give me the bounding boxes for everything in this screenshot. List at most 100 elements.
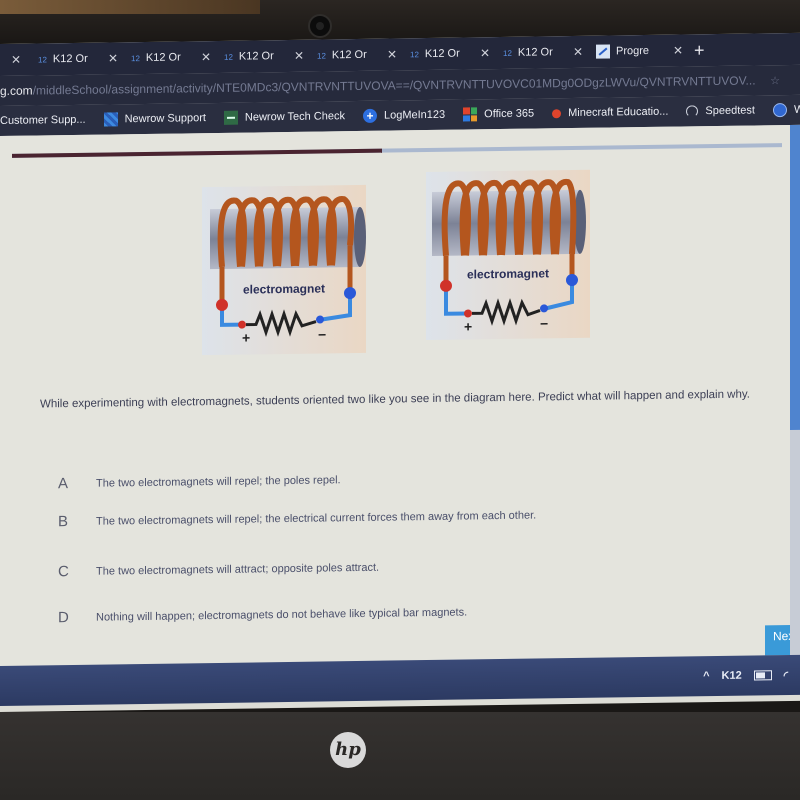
k12-favicon-icon: 12 xyxy=(38,54,47,64)
tab-label: K12 Or xyxy=(517,46,553,59)
progress-chart-icon xyxy=(596,44,610,59)
close-icon[interactable]: ✕ xyxy=(568,45,588,59)
answer-choice-d[interactable]: D Nothing will happen; electromagnets do… xyxy=(58,603,467,626)
k12-favicon-icon: 12 xyxy=(131,53,140,63)
bookmark-label: Speedtest xyxy=(705,104,755,118)
answer-choice-c[interactable]: C The two electromagnets will attract; o… xyxy=(58,559,379,580)
bookmark-label: Office 365 xyxy=(484,107,535,121)
resistor xyxy=(246,309,317,338)
minecraft-icon xyxy=(552,108,562,118)
choice-letter: B xyxy=(58,513,69,531)
tab-k12[interactable]: 12 K12 Or ✕ xyxy=(123,43,216,72)
chevron-up-icon[interactable]: ^ xyxy=(703,670,709,682)
assessment-progress-bar xyxy=(12,143,782,158)
close-icon[interactable]: ✕ xyxy=(103,51,123,65)
bookmark-what-is-my-browser[interactable]: What Is My Brow xyxy=(772,102,800,118)
choice-text: The two electromagnets will attract; opp… xyxy=(96,561,380,578)
laptop-bezel-bottom: hp xyxy=(0,712,800,800)
wifi-icon[interactable]: ◜ xyxy=(784,668,788,681)
k12-favicon-icon: 12 xyxy=(410,49,419,59)
bookmark-newrow-tech-check[interactable]: Newrow Tech Check xyxy=(223,109,345,125)
scrollbar[interactable] xyxy=(790,124,800,685)
electromagnet-figure-2: + − electromagnet xyxy=(426,169,590,341)
choice-letter: C xyxy=(58,563,69,581)
figure-label: electromagnet xyxy=(242,281,326,297)
terminal-positive xyxy=(216,298,228,311)
close-icon[interactable]: ✕ xyxy=(6,53,26,67)
close-icon[interactable]: ✕ xyxy=(196,50,216,64)
bookmark-label: Newrow Tech Check xyxy=(244,110,345,124)
hp-logo-icon: hp xyxy=(330,732,366,768)
tab-k12[interactable]: 12 K12 Or ✕ xyxy=(30,44,123,73)
new-tab-button[interactable]: + xyxy=(694,40,705,61)
bookmark-label: Newrow Support xyxy=(124,112,206,126)
tab-label: K12 Or xyxy=(145,51,181,64)
tab-label: Progre xyxy=(616,44,650,58)
office-icon xyxy=(463,107,478,122)
answer-choice-b[interactable]: B The two electromagnets will repel; the… xyxy=(58,507,537,531)
choice-letter: D xyxy=(58,609,69,627)
tab-label: K12 Or xyxy=(238,50,274,63)
figure-label: electromagnet xyxy=(466,266,550,282)
tab-k12[interactable]: 12 K12 Or ✕ xyxy=(216,42,309,71)
electromagnet-figure-1: + − electromagnet xyxy=(202,184,366,356)
k12-favicon-icon: 12 xyxy=(224,52,233,62)
minus-sign: − xyxy=(540,315,548,331)
bookmark-customer-support[interactable]: Customer Supp... xyxy=(0,114,86,127)
close-icon[interactable]: ✕ xyxy=(289,49,309,63)
bookmark-star-icon[interactable]: ☆ xyxy=(770,74,780,87)
tab-label: K12 Or xyxy=(52,52,88,66)
choice-text: The two electromagnets will repel; the e… xyxy=(96,509,537,528)
url-path: /middleSchool/assignment/activity/NTE0MD… xyxy=(32,73,756,98)
tab-k12[interactable]: 12 K12 Or ✕ xyxy=(402,39,495,68)
plus-sign: + xyxy=(464,318,472,334)
progress-fill xyxy=(12,148,382,158)
tab-partial[interactable]: ✕ xyxy=(0,46,30,74)
close-icon[interactable]: ✕ xyxy=(475,46,495,60)
iron-core xyxy=(210,206,360,270)
tab-k12[interactable]: 12 K12 Or ✕ xyxy=(495,38,588,67)
bookmark-minecraft-education[interactable]: Minecraft Educatio... xyxy=(552,106,668,120)
choice-text: The two electromagnets will repel; the p… xyxy=(96,473,341,490)
newrow-icon xyxy=(103,112,118,127)
electromagnet-figures: + − electromagnet + − electromagnet xyxy=(200,169,600,356)
url-host: g.com xyxy=(0,83,33,98)
scrollbar-thumb[interactable] xyxy=(790,124,800,430)
background-wall xyxy=(0,0,260,14)
resistor xyxy=(472,298,541,326)
assessment-content: + − electromagnet + − electromagnet Whil… xyxy=(0,124,800,696)
k12-favicon-icon: 12 xyxy=(503,48,512,58)
choice-text: Nothing will happen; electromagnets do n… xyxy=(96,605,468,624)
choice-letter: A xyxy=(58,475,69,493)
bookmark-speedtest[interactable]: Speedtest xyxy=(686,104,755,118)
minus-sign: − xyxy=(318,326,326,342)
tab-progress[interactable]: Progre ✕ xyxy=(588,36,688,65)
browser-icon xyxy=(772,103,787,118)
bookmark-label: What Is My Brow xyxy=(793,103,800,116)
k12-tray-label[interactable]: K12 xyxy=(722,670,742,682)
electromagnet-diagram-1: + − xyxy=(210,196,366,346)
tab-k12[interactable]: 12 K12 Or ✕ xyxy=(309,40,402,69)
bookmark-label: Customer Supp... xyxy=(0,113,86,127)
electromagnet-diagram-2: + − xyxy=(432,179,586,335)
iron-core-end xyxy=(354,206,366,267)
battery-icon[interactable] xyxy=(753,670,772,681)
tab-label: K12 Or xyxy=(331,48,367,62)
bookmark-office-365[interactable]: Office 365 xyxy=(463,107,534,122)
k12-favicon-icon: 12 xyxy=(317,50,326,61)
bookmark-label: Minecraft Educatio... xyxy=(568,105,669,120)
question-text: While experimenting with electromagnets,… xyxy=(40,388,750,411)
logmein-icon: + xyxy=(362,108,377,123)
bookmark-logmein123[interactable]: + LogMeIn123 xyxy=(362,108,446,123)
close-icon[interactable]: ✕ xyxy=(668,43,688,57)
webcam-icon xyxy=(308,14,332,38)
screen: ✕ 12 K12 Or ✕ 12 K12 Or ✕ 12 K12 Or ✕ 12… xyxy=(0,32,800,713)
answer-choice-a[interactable]: A The two electromagnets will repel; the… xyxy=(58,471,341,492)
tab-label: K12 Or xyxy=(424,47,460,61)
bookmark-newrow-support[interactable]: Newrow Support xyxy=(103,111,206,127)
bookmark-label: LogMeIn123 xyxy=(383,108,446,122)
close-icon[interactable]: ✕ xyxy=(382,47,402,61)
tech-check-icon xyxy=(223,110,238,125)
plus-sign: + xyxy=(242,330,250,346)
speedtest-icon xyxy=(686,105,699,118)
